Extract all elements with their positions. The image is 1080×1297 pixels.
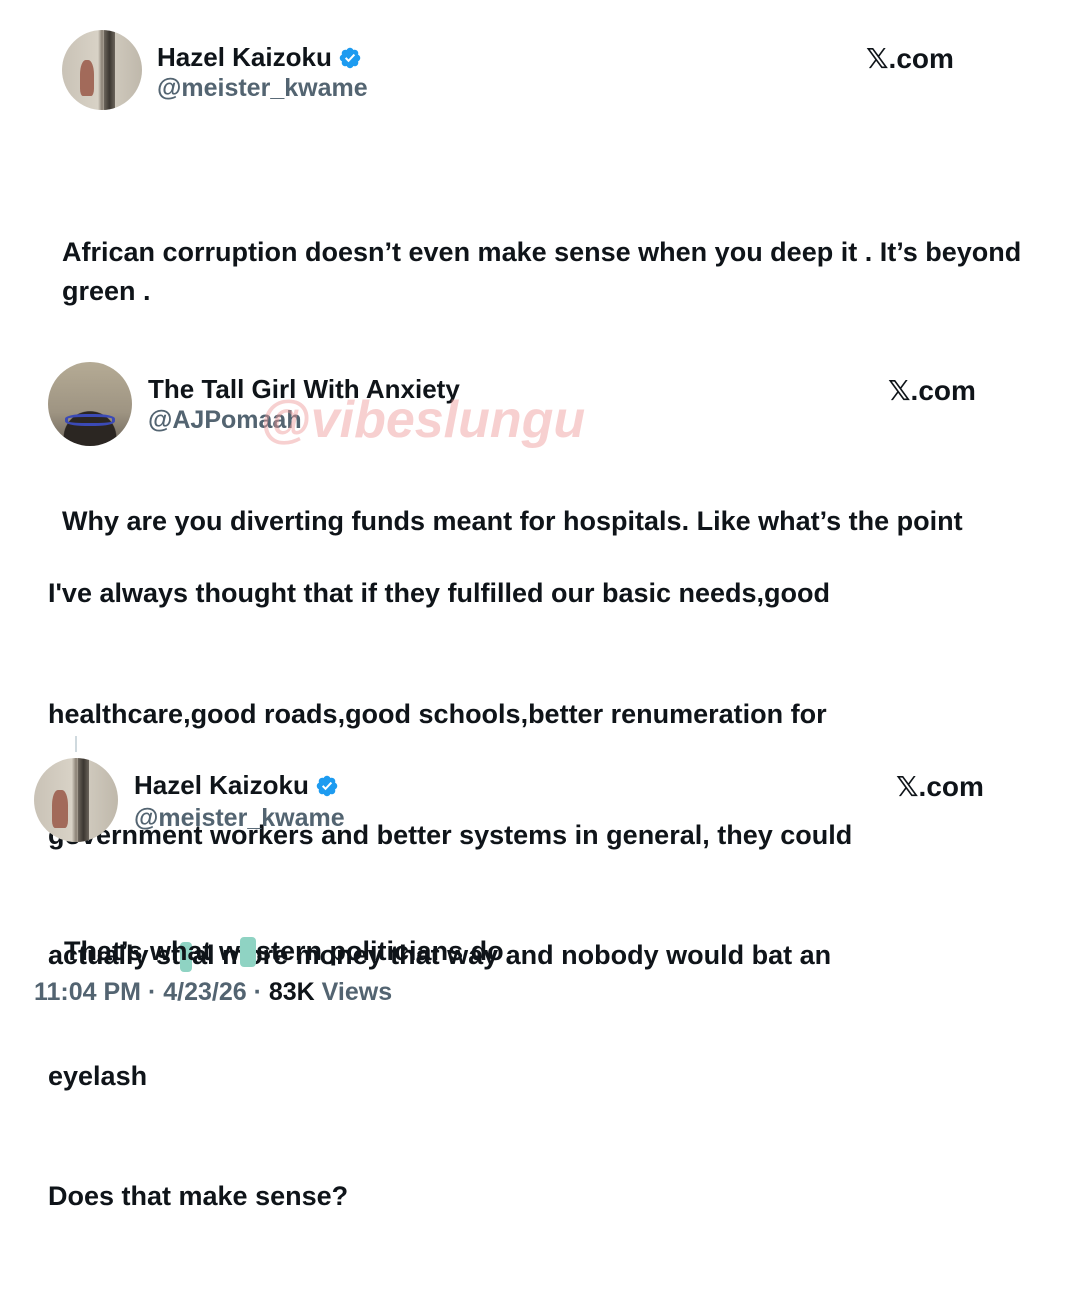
avatar[interactable] [48,362,132,446]
user-handle[interactable]: @meister_kwame [134,804,345,833]
x-com-label: 𝕏.com [888,375,976,406]
x-com-label: 𝕏.com [896,771,984,802]
avatar[interactable] [34,758,118,842]
user-handle[interactable]: @meister_kwame [157,74,368,103]
tweet-line: eyelash [48,1060,148,1091]
timestamp[interactable]: 11:04 PM · 4/23/26 · [34,978,269,1006]
verified-badge-icon [339,47,361,68]
tweet-paragraph: African corruption doesn’t even make sen… [62,237,1029,306]
thread-connector [75,736,77,752]
tweet-line: I've always thought that if they fulfill… [48,578,831,609]
avatar[interactable] [62,30,142,110]
views-label: Views [314,978,393,1006]
display-name[interactable]: Hazel Kaizoku [157,42,362,73]
watermark: @vibeslungu [260,391,586,449]
display-name[interactable]: Hazel Kaizoku [134,770,339,801]
verified-badge-icon [316,775,338,796]
tweet-line: Does that make sense? [48,1181,349,1212]
views-count: 83K [268,978,315,1006]
redaction-mark [240,937,257,968]
tweet-line: healthcare,good roads,good schools,bette… [48,699,827,730]
x-com-label: 𝕏.com [866,43,954,74]
tweet-meta: 11:04 PM · 4/23/26 · 83K Views [34,978,392,1007]
